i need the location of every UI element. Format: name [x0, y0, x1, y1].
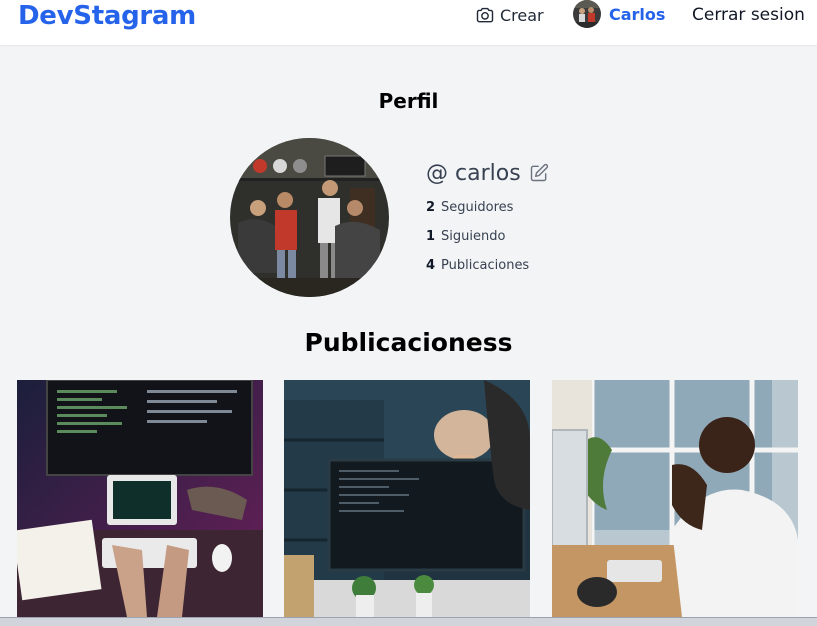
coding-desk-photo [17, 380, 263, 617]
following-count: 1 [426, 229, 436, 244]
posts-count: 4 [426, 258, 436, 273]
followers-label: Seguidores [441, 200, 514, 215]
profile-username: @ carlos [426, 160, 521, 186]
profile-info: @ carlos 2 Seguidores 1 Siguiendo 4 Publica… [426, 158, 549, 275]
posts-stat: 4 Publicaciones [426, 258, 549, 275]
followers-stat: 2 Seguidores [426, 200, 549, 217]
post-thumbnail[interactable] [17, 380, 263, 617]
profile-username-row: @ carlos [426, 158, 549, 188]
os-taskbar-edge [0, 617, 817, 626]
thinking-man-photo [552, 380, 798, 617]
logout-button[interactable]: Cerrar sesion [692, 5, 805, 25]
followers-count: 2 [426, 200, 436, 215]
developer-monitor-photo [284, 380, 530, 617]
create-post-label: Crear [500, 5, 544, 25]
following-label: Siguiendo [441, 229, 506, 244]
user-profile-link[interactable]: Carlos [573, 0, 665, 28]
nav-username: Carlos [609, 4, 666, 24]
post-thumbnail[interactable] [552, 380, 798, 617]
posts-heading: Publicacioness [304, 328, 513, 357]
camera-icon [476, 7, 494, 23]
avatar [573, 0, 601, 28]
top-navbar: DevStagram Crear Carlos Cerrar sesion [0, 0, 817, 45]
profile-picture [230, 138, 389, 297]
create-post-link[interactable]: Crear [474, 5, 544, 25]
post-thumbnail[interactable] [284, 380, 530, 617]
following-stat: 1 Siguiendo [426, 229, 549, 246]
profile-heading: Perfil [378, 89, 439, 113]
posts-label: Publicaciones [441, 258, 530, 273]
app-logo[interactable]: DevStagram [18, 1, 196, 31]
edit-profile-icon[interactable] [529, 163, 549, 183]
